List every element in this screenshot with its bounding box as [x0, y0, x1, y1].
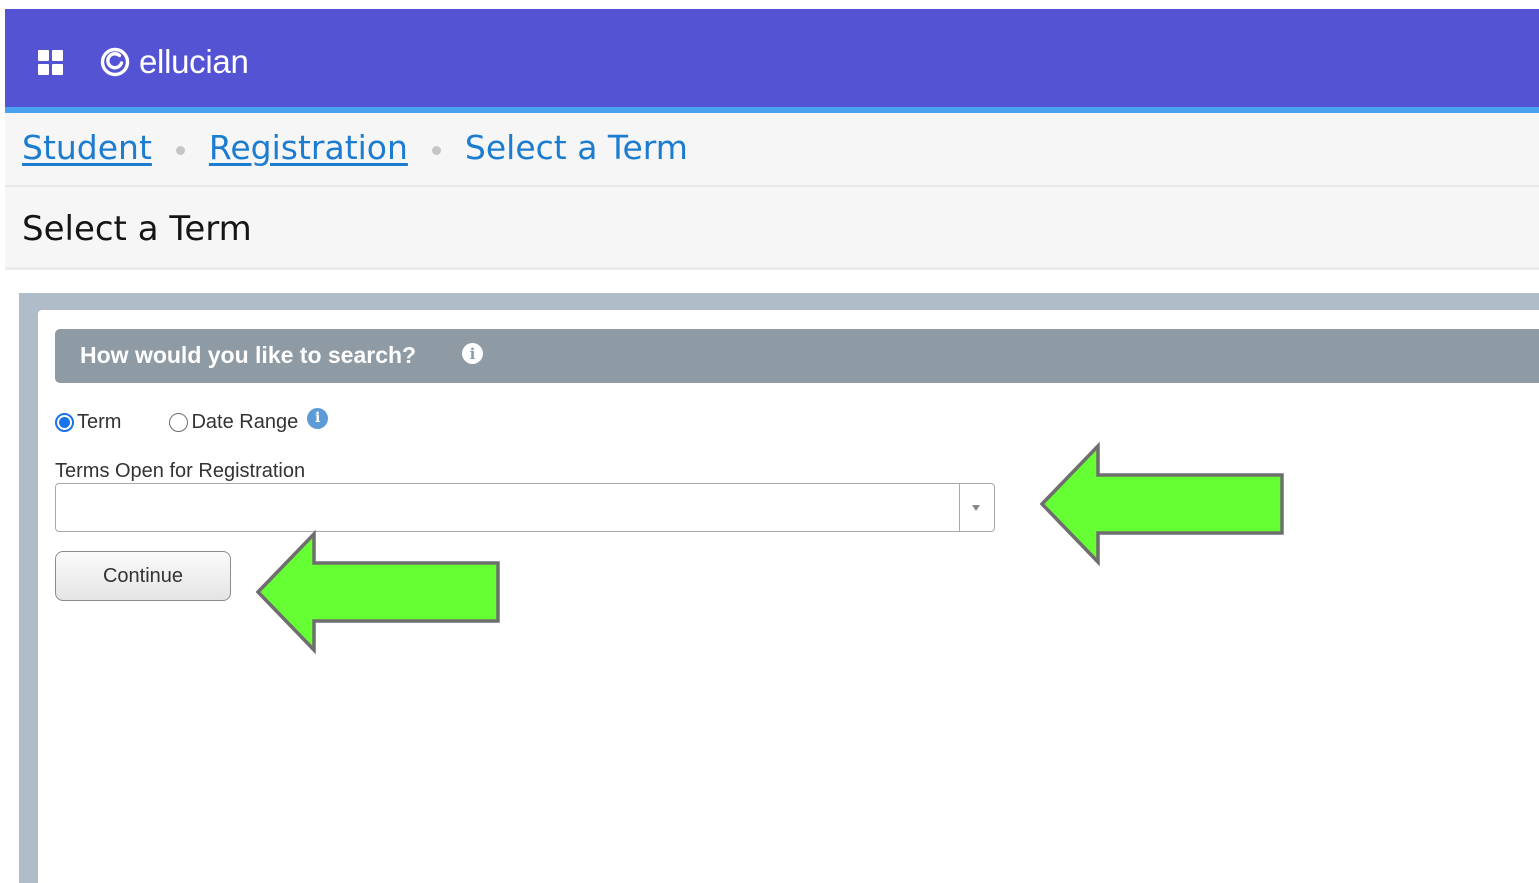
dropdown-caret-icon: [972, 505, 980, 511]
ellucian-logo[interactable]: ellucian: [100, 42, 249, 82]
breadcrumb-separator: [431, 146, 441, 155]
grid-menu-icon[interactable]: [38, 50, 63, 75]
page-title-bar: Select a Term: [5, 187, 1539, 270]
breadcrumb-separator: [175, 146, 185, 155]
breadcrumb-student-link[interactable]: Student: [22, 128, 152, 167]
breadcrumb-registration-link[interactable]: Registration: [209, 128, 408, 167]
term-radio[interactable]: [55, 412, 74, 432]
search-section-header: How would you like to search? i: [55, 329, 1539, 383]
info-circle-icon[interactable]: i: [307, 407, 329, 429]
term-radio-option[interactable]: Term: [55, 411, 121, 434]
terms-select-toggle[interactable]: [959, 484, 994, 531]
search-section-title: How would you like to search?: [80, 342, 417, 368]
breadcrumb-current: Select a Term: [464, 128, 688, 167]
info-circle-icon[interactable]: i: [462, 343, 483, 364]
terms-field-label: Terms Open for Registration: [55, 460, 306, 482]
left-arrow-icon: [255, 530, 500, 655]
terms-select[interactable]: [55, 483, 995, 532]
breadcrumb: Student Registration Select a Term: [22, 128, 688, 167]
date-range-radio-option[interactable]: Date Range: [169, 411, 298, 434]
continue-button[interactable]: Continue: [55, 551, 231, 601]
date-range-radio-label[interactable]: Date Range: [191, 411, 298, 434]
left-arrow-icon: [1039, 442, 1284, 567]
top-header-bar: ellucian: [5, 9, 1539, 113]
search-mode-options: Term Date Range i: [55, 407, 329, 436]
term-radio-label[interactable]: Term: [77, 411, 121, 434]
page-title: Select a Term: [22, 209, 252, 249]
date-range-radio[interactable]: [169, 412, 189, 432]
ellucian-logo-icon: [100, 47, 130, 77]
breadcrumb-bar: Student Registration Select a Term: [5, 113, 1539, 187]
brand-name: ellucian: [139, 43, 249, 80]
